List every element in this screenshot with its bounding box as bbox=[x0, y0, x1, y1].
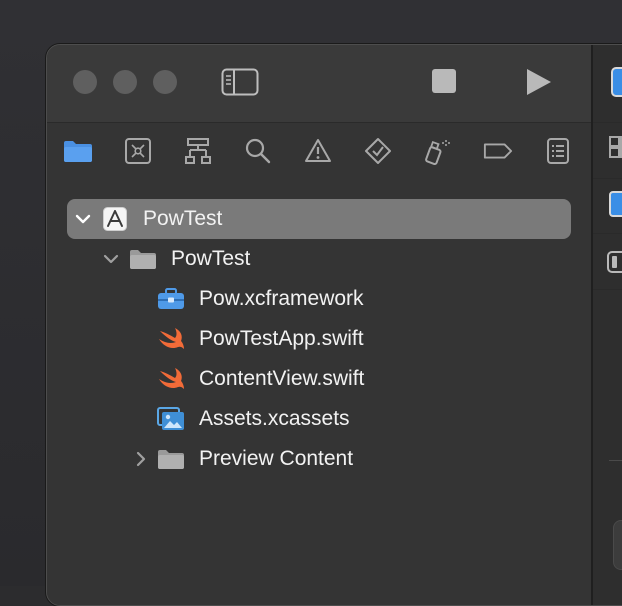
xcode-window: PowTest PowTest Pow.xcframework PowTestA… bbox=[46, 44, 622, 606]
asset-catalog-icon bbox=[157, 406, 185, 432]
tab-source-control[interactable] bbox=[123, 136, 153, 166]
play-icon bbox=[527, 69, 551, 95]
stop-button[interactable] bbox=[432, 69, 456, 93]
swift-icon bbox=[157, 366, 185, 392]
chevron-right-icon[interactable] bbox=[131, 449, 151, 469]
tab-find-navigator[interactable] bbox=[243, 136, 273, 166]
tree-row-project[interactable]: PowTest bbox=[67, 199, 571, 239]
tab-symbol-navigator[interactable] bbox=[183, 136, 213, 166]
zoom-window-button[interactable] bbox=[153, 70, 177, 94]
file-tab-icon[interactable] bbox=[611, 67, 622, 97]
tab-debug-navigator[interactable] bbox=[423, 136, 453, 166]
folder-icon bbox=[129, 246, 157, 272]
tab-issue-navigator[interactable] bbox=[303, 136, 333, 166]
folder-icon bbox=[64, 141, 92, 162]
debug-spray-icon bbox=[425, 140, 450, 165]
tree-row-file[interactable]: PowTestApp.swift bbox=[67, 319, 571, 359]
chevron-down-icon[interactable] bbox=[101, 249, 121, 269]
tree-row-file[interactable]: Assets.xcassets bbox=[67, 399, 571, 439]
tab-project-navigator[interactable] bbox=[63, 136, 93, 166]
chevron-down-icon[interactable] bbox=[73, 209, 93, 229]
tab-report-navigator[interactable] bbox=[543, 136, 573, 166]
tree-label-group: PowTest bbox=[171, 247, 251, 270]
tree-label-file: Assets.xcassets bbox=[199, 407, 350, 430]
toggle-switch[interactable] bbox=[607, 251, 622, 273]
tab-test-navigator[interactable] bbox=[363, 136, 393, 166]
tree-row-collapsed-group[interactable]: Preview Content bbox=[67, 439, 571, 479]
toolbar bbox=[47, 45, 591, 122]
tree-label-file: PowTestApp.swift bbox=[199, 327, 364, 350]
editor-pane-partial bbox=[593, 45, 622, 605]
xcode-project-icon bbox=[101, 206, 129, 232]
bottom-control[interactable] bbox=[613, 520, 622, 570]
toolbox-icon bbox=[157, 286, 185, 312]
tree-row-file[interactable]: ContentView.swift bbox=[67, 359, 571, 399]
tree-label-file: Pow.xcframework bbox=[199, 287, 364, 310]
minimize-window-button[interactable] bbox=[113, 70, 137, 94]
search-icon bbox=[245, 138, 271, 164]
swift-icon bbox=[157, 326, 185, 352]
tree-row-file[interactable]: Pow.xcframework bbox=[67, 279, 571, 319]
tree-row-group[interactable]: PowTest bbox=[67, 239, 571, 279]
symbol-hierarchy-icon bbox=[185, 138, 211, 164]
tree-label-project: PowTest bbox=[143, 207, 223, 230]
source-control-icon bbox=[125, 138, 151, 164]
warning-icon bbox=[305, 139, 331, 162]
sidebar-toggle-button[interactable] bbox=[221, 68, 259, 96]
close-window-button[interactable] bbox=[73, 70, 97, 94]
tab-breakpoint-navigator[interactable] bbox=[483, 136, 513, 166]
tree-label-file: ContentView.swift bbox=[199, 367, 365, 390]
project-navigator-tree: PowTest PowTest Pow.xcframework PowTestA… bbox=[47, 179, 591, 605]
test-diamond-icon bbox=[365, 138, 391, 164]
breakpoint-tag-icon bbox=[483, 143, 513, 159]
project-file-icon[interactable] bbox=[609, 191, 622, 217]
sidebar-icon bbox=[221, 68, 259, 96]
grid-icon[interactable] bbox=[609, 136, 622, 158]
navigator-selector-bar bbox=[47, 122, 591, 180]
run-button[interactable] bbox=[523, 67, 553, 97]
report-list-icon bbox=[547, 138, 569, 164]
tree-label-collapsed-group: Preview Content bbox=[199, 447, 354, 470]
folder-icon bbox=[157, 446, 185, 472]
